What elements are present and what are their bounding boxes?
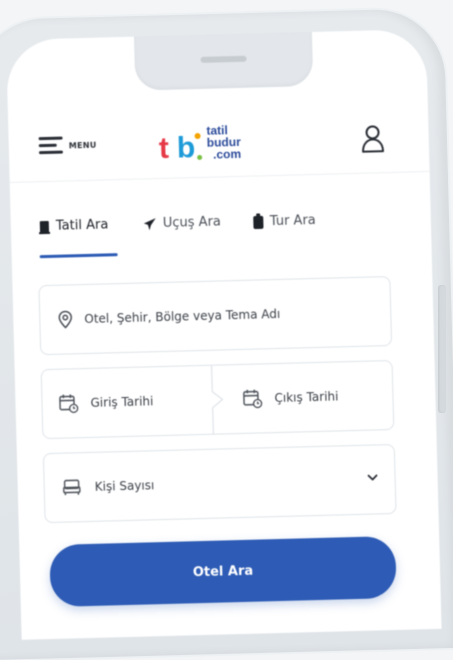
user-icon[interactable] bbox=[360, 124, 385, 153]
location-pin-icon bbox=[58, 310, 72, 328]
logo-mark-t: t bbox=[158, 132, 169, 166]
tab-ucus-ara[interactable]: Uçuş Ara bbox=[143, 214, 221, 231]
building-icon bbox=[39, 219, 50, 233]
tab-tur-ara[interactable]: Tur Ara bbox=[253, 212, 316, 230]
hamburger-icon bbox=[39, 137, 63, 156]
tab-label: Uçuş Ara bbox=[163, 214, 221, 231]
menu-button[interactable]: MENU bbox=[39, 136, 97, 156]
tab-label: Tatil Ara bbox=[56, 217, 109, 233]
search-tabs: Tatil Ara Uçuş Ara Tur Ara bbox=[34, 199, 415, 259]
tab-tatil-ara[interactable]: Tatil Ara bbox=[39, 217, 109, 234]
plane-icon bbox=[143, 217, 157, 231]
logo-dot bbox=[195, 133, 201, 139]
logo-line-3: .com bbox=[207, 148, 241, 161]
phone-side-button bbox=[438, 285, 446, 413]
bed-icon bbox=[63, 479, 81, 495]
menu-label: MENU bbox=[69, 140, 97, 150]
tab-label: Tur Ara bbox=[270, 212, 316, 228]
calendar-icon bbox=[242, 388, 263, 409]
date-range-field: Giriş Tarihi Çıkış Tarihi bbox=[41, 360, 395, 439]
checkin-date-field[interactable]: Giriş Tarihi bbox=[58, 366, 210, 438]
logo-mark-b: b bbox=[176, 131, 195, 165]
logo-dot bbox=[197, 155, 202, 160]
brand-logo[interactable]: t b tatil budur .com bbox=[158, 117, 269, 172]
calendar-icon bbox=[58, 393, 79, 414]
app-header: MENU t b tatil budur .com bbox=[8, 107, 430, 183]
guests-label: Kişi Sayısı bbox=[95, 478, 155, 494]
logo-text: tatil budur .com bbox=[206, 124, 241, 161]
chevron-down-icon bbox=[366, 471, 378, 483]
guest-count-field[interactable]: Kişi Sayısı bbox=[43, 444, 397, 523]
active-tab-indicator bbox=[40, 253, 118, 258]
destination-search-field[interactable]: Otel, Şehir, Bölge veya Tema Adı bbox=[38, 276, 392, 355]
luggage-icon bbox=[253, 213, 264, 229]
checkout-date-field[interactable]: Çıkış Tarihi bbox=[242, 361, 384, 433]
phone-speaker bbox=[201, 56, 247, 63]
search-input-placeholder: Otel, Şehir, Bölge veya Tema Adı bbox=[84, 307, 280, 326]
checkout-label: Çıkış Tarihi bbox=[274, 389, 338, 405]
phone-screen: MENU t b tatil budur .com Tatil Ara bbox=[6, 29, 442, 640]
checkin-label: Giriş Tarihi bbox=[90, 394, 153, 410]
search-hotels-button[interactable]: Otel Ara bbox=[49, 536, 397, 607]
date-divider-arrow bbox=[210, 365, 232, 434]
phone-notch bbox=[134, 32, 313, 91]
